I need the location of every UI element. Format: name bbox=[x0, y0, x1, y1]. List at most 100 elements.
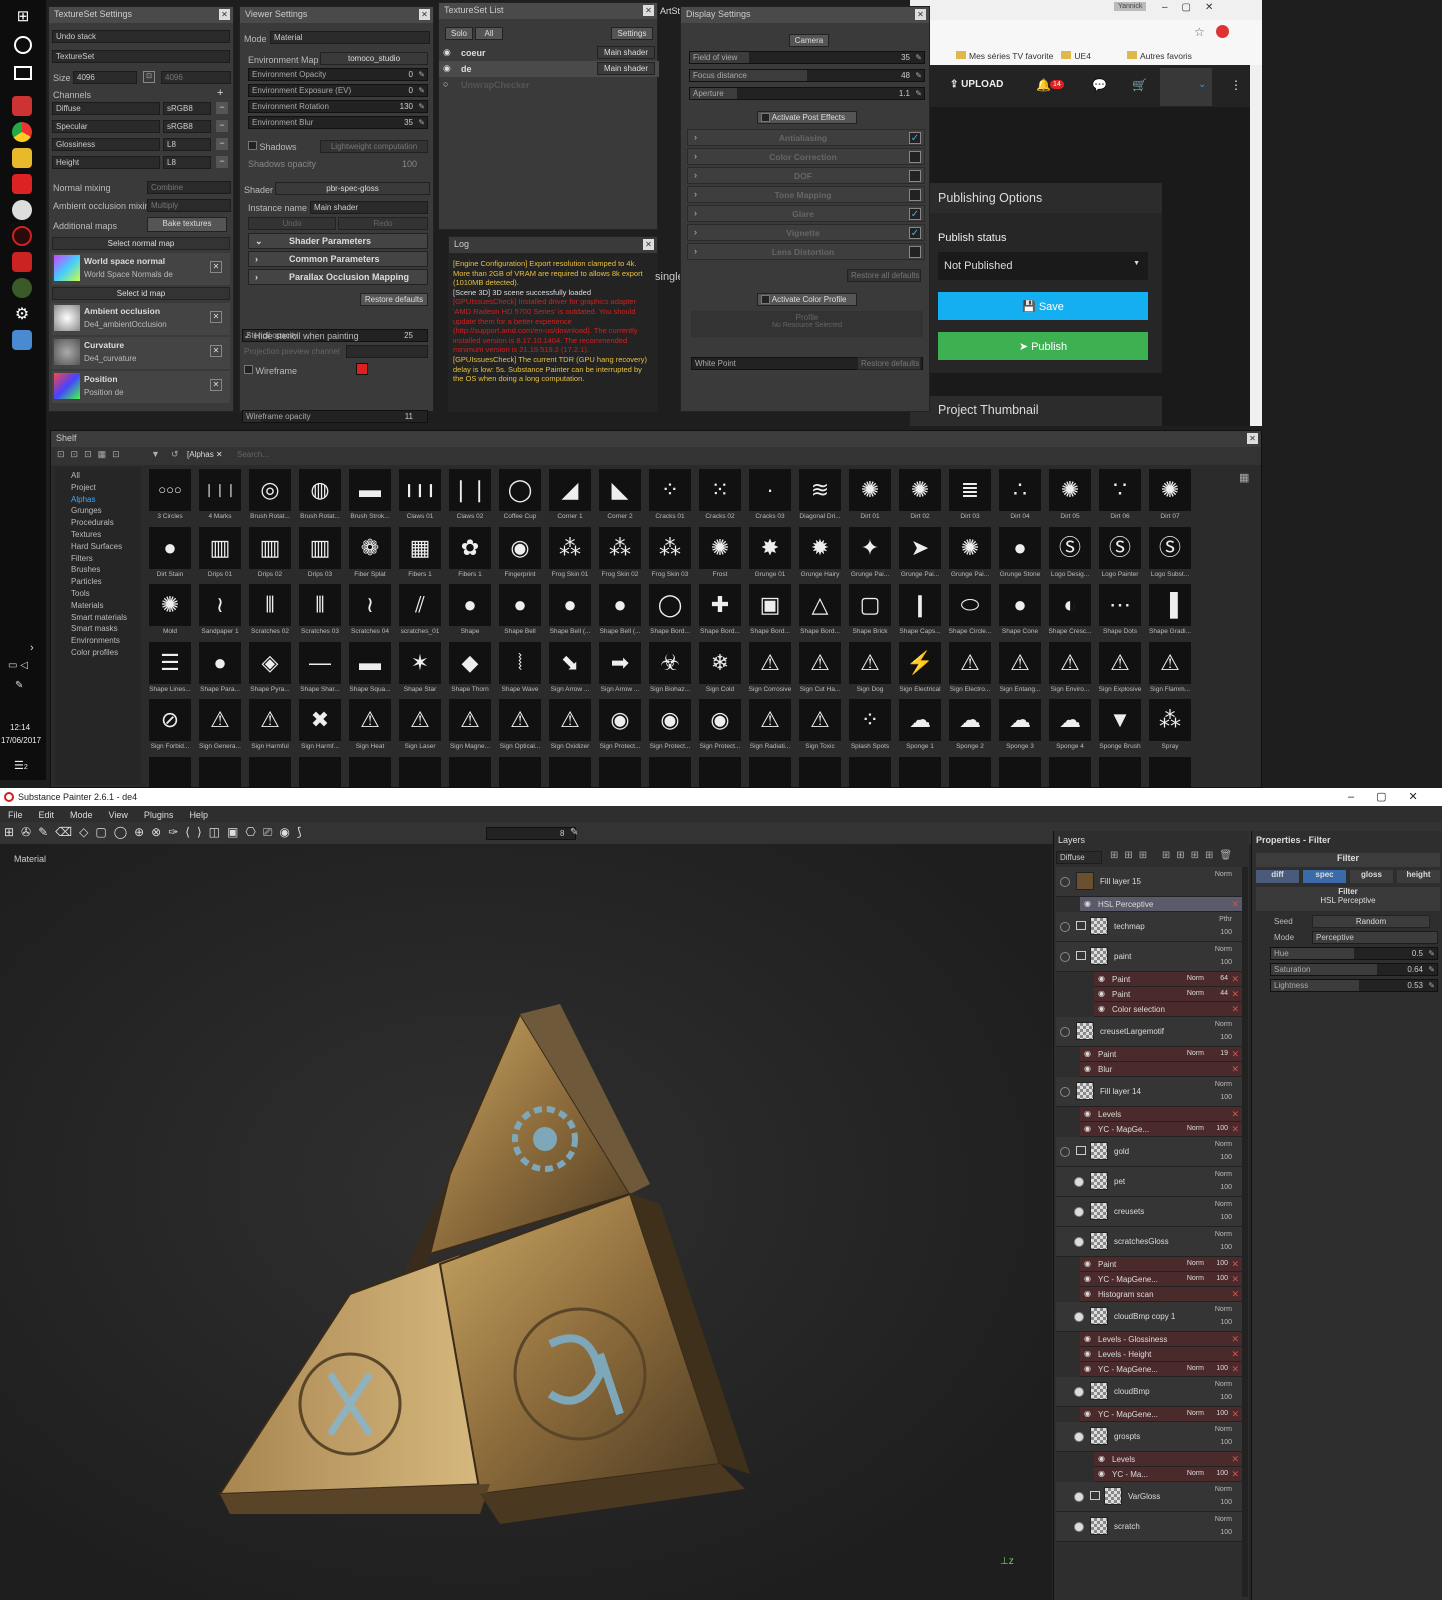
layer-opacity[interactable]: 100 bbox=[1220, 1094, 1232, 1101]
resource-thumbnail[interactable] bbox=[799, 757, 841, 789]
action-center-icon[interactable]: ☰2 bbox=[14, 759, 28, 772]
publish-status-select[interactable]: Not Published ▼ bbox=[938, 252, 1148, 280]
shelf-resource[interactable]: ⦀ Scratches 02 bbox=[245, 582, 295, 639]
effect-opacity[interactable]: 100 bbox=[1216, 1410, 1228, 1417]
settings-button[interactable]: Settings bbox=[611, 27, 653, 40]
radio-icon[interactable]: ◉ bbox=[443, 47, 451, 58]
select-normal-map-button[interactable]: Select normal map bbox=[52, 237, 230, 250]
shelf-resource[interactable]: ⚠ Sign Electro... bbox=[945, 640, 995, 697]
layer-blend-mode[interactable]: Norm bbox=[1215, 1426, 1232, 1433]
remove-effect-icon[interactable]: ✕ bbox=[1231, 974, 1239, 985]
shelf-resource[interactable]: ◎ Brush Rotat... bbox=[245, 467, 295, 524]
shelf-resource[interactable]: ≀ Scratches 04 bbox=[345, 582, 395, 639]
remove-effect-icon[interactable]: ✕ bbox=[1231, 1064, 1239, 1075]
layer-blend-mode[interactable]: Norm bbox=[1215, 1306, 1232, 1313]
shelf-resource[interactable]: ⁘ Cracks 01 bbox=[645, 467, 695, 524]
shelf-category[interactable]: Grunges bbox=[71, 506, 102, 515]
folder-icon[interactable] bbox=[1076, 921, 1086, 930]
shader-button[interactable]: pbr-spec-gloss bbox=[275, 182, 430, 195]
shelf-resource[interactable]: ☁ Sponge 2 bbox=[945, 697, 995, 754]
effect-checkbox[interactable]: ✓ bbox=[909, 208, 921, 220]
shelf-resource[interactable]: Ⓢ Logo Desig... bbox=[1045, 525, 1095, 582]
remove-channel-icon[interactable]: − bbox=[216, 138, 228, 150]
bookmark-item[interactable]: Mes séries TV favorite bbox=[969, 51, 1053, 61]
pen-icon[interactable]: ✎ bbox=[570, 827, 578, 838]
shelf-resource[interactable]: ✹ Grunge Hairy bbox=[795, 525, 845, 582]
channel-name[interactable]: Glossiness bbox=[52, 138, 160, 151]
layer-blend-mode[interactable]: Norm bbox=[1215, 946, 1232, 953]
activate-color-profile-button[interactable]: Activate Color Profile bbox=[757, 293, 857, 307]
shelf-resource[interactable]: Ⓢ Logo Subst... bbox=[1145, 525, 1195, 582]
env-slider[interactable]: Environment Blur 35 ✎ bbox=[248, 116, 428, 129]
shelf-resource[interactable]: ● Dirt Stain bbox=[145, 525, 195, 582]
shelf-resource[interactable]: ❙❙❙ Claws 01 bbox=[395, 467, 445, 524]
remove-effect-icon[interactable]: ✕ bbox=[1231, 1124, 1239, 1135]
visibility-toggle-icon[interactable] bbox=[1060, 877, 1070, 887]
shelf-resource[interactable]: ⬭ Shape Circle... bbox=[945, 582, 995, 639]
shader-section[interactable]: › Common Parameters bbox=[248, 251, 428, 267]
shelf-resource[interactable]: ◆ Shape Thorn bbox=[445, 640, 495, 697]
shelf-resource[interactable]: ▥ Drips 01 bbox=[195, 525, 245, 582]
shelf-category[interactable]: All bbox=[71, 471, 80, 480]
visibility-toggle-icon[interactable] bbox=[1060, 952, 1070, 962]
shelf-resource[interactable]: ⚠ Sign Enviro... bbox=[1045, 640, 1095, 697]
shelf-resource[interactable]: ⋯ Shape Dots bbox=[1095, 582, 1145, 639]
seed-random-button[interactable]: Random bbox=[1312, 915, 1430, 928]
remove-effect-icon[interactable]: ✕ bbox=[1231, 1349, 1239, 1360]
shelf-resource[interactable]: ● Grunge Stone bbox=[995, 525, 1045, 582]
visibility-toggle-icon[interactable] bbox=[1060, 1147, 1070, 1157]
remove-channel-icon[interactable]: − bbox=[216, 120, 228, 132]
lock-icon[interactable]: ⊡ bbox=[143, 71, 155, 83]
restore-all-defaults-button[interactable]: Restore all defaults bbox=[847, 269, 921, 282]
resource-thumbnail[interactable] bbox=[249, 757, 291, 789]
shelf-category[interactable]: Particles bbox=[71, 577, 102, 586]
star-icon[interactable]: ☆ bbox=[1194, 25, 1205, 39]
shelf-resource[interactable]: ● Shape bbox=[445, 582, 495, 639]
shelf-resource[interactable]: ≀ Sandpaper 1 bbox=[195, 582, 245, 639]
channel-select[interactable]: Diffuse bbox=[1056, 851, 1102, 864]
all-button[interactable]: All bbox=[475, 27, 503, 40]
menu-item[interactable]: Help bbox=[189, 810, 208, 820]
explorer-icon[interactable] bbox=[12, 148, 32, 168]
pen-icon[interactable]: ✎ bbox=[1428, 949, 1435, 958]
shelf-resource[interactable]: ❙ Shape Caps... bbox=[895, 582, 945, 639]
layers-scrollbar[interactable] bbox=[1242, 867, 1248, 1597]
visibility-toggle-icon[interactable] bbox=[1074, 1522, 1084, 1532]
effect-visibility-icon[interactable]: ◉ bbox=[1084, 899, 1091, 908]
radio-icon[interactable]: ○ bbox=[443, 79, 448, 89]
layer-opacity[interactable]: 100 bbox=[1220, 1184, 1232, 1191]
close-icon[interactable]: ✕ bbox=[643, 239, 654, 250]
effect-checkbox[interactable] bbox=[909, 170, 921, 182]
map-slot[interactable]: Ambient occlusion De4_ambientOcclusion ✕ bbox=[52, 303, 230, 335]
remove-map-icon[interactable]: ✕ bbox=[210, 345, 222, 357]
effect-visibility-icon[interactable]: ◉ bbox=[1098, 1004, 1105, 1013]
shelf-category[interactable]: Smart materials bbox=[71, 613, 127, 622]
layer-opacity[interactable]: 100 bbox=[1220, 1319, 1232, 1326]
layer-blend-mode[interactable]: Norm bbox=[1215, 1021, 1232, 1028]
env-slider[interactable]: Environment Rotation 130 ✎ bbox=[248, 100, 428, 113]
effect-opacity[interactable]: 100 bbox=[1216, 1260, 1228, 1267]
pen-icon[interactable]: ✎ bbox=[915, 53, 922, 62]
remove-effect-icon[interactable]: ✕ bbox=[1231, 1049, 1239, 1060]
shelf-resource[interactable]: ⚠ Sign Heat bbox=[345, 697, 395, 754]
env-slider[interactable]: Environment Exposure (EV) 0 ✎ bbox=[248, 84, 428, 97]
shelf-category[interactable]: Hard Surfaces bbox=[71, 542, 122, 551]
visibility-toggle-icon[interactable] bbox=[1074, 1177, 1084, 1187]
remove-map-icon[interactable]: ✕ bbox=[210, 261, 222, 273]
layer-row[interactable]: gold Norm 100 bbox=[1056, 1137, 1242, 1167]
layer-row[interactable]: techmap Pthr 100 bbox=[1056, 912, 1242, 942]
shelf-resource[interactable]: ✺ Dirt 02 bbox=[895, 467, 945, 524]
shelf-resource[interactable]: ◯ Coffee Cup bbox=[495, 467, 545, 524]
resource-thumbnail[interactable] bbox=[599, 757, 641, 789]
layer-blend-mode[interactable]: Norm bbox=[1215, 1201, 1232, 1208]
post-effect-row[interactable]: › Tone Mapping bbox=[687, 186, 925, 203]
resource-thumbnail[interactable] bbox=[549, 757, 591, 789]
shelf-resource[interactable]: ❘❘❘ 4 Marks bbox=[195, 467, 245, 524]
shadows-opacity-value[interactable]: 100 bbox=[402, 159, 417, 169]
layer-opacity[interactable]: 100 bbox=[1220, 1154, 1232, 1161]
layer-tool-icons[interactable]: ⊞⊞⊞ ⊞⊞⊞⊞🗑 bbox=[1110, 850, 1238, 861]
resource-thumbnail[interactable] bbox=[1149, 757, 1191, 789]
resource-thumbnail[interactable] bbox=[299, 757, 341, 789]
shelf-resource[interactable]: ⚠ Sign Laser bbox=[395, 697, 445, 754]
shelf-resource[interactable]: ✺ Mold bbox=[145, 582, 195, 639]
